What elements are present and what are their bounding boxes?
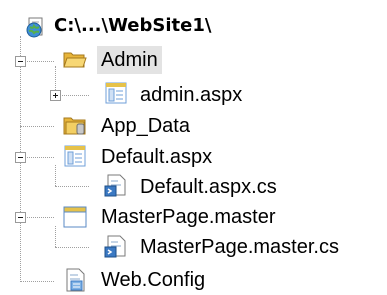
globe-project-icon [26,17,43,38]
tree-line [55,247,89,248]
node-label-default-aspx-cs[interactable]: Default.aspx.cs [136,173,281,201]
tree-line [20,126,54,127]
aspx-page-icon [64,145,86,167]
cs-code-file-icon [104,235,126,258]
node-label-admin-aspx[interactable]: admin.aspx [136,81,246,109]
open-folder-icon [63,52,87,68]
aspx-page-icon [105,82,127,104]
node-label-default-aspx[interactable]: Default.aspx [97,143,216,171]
collapse-toggle[interactable] [15,212,26,223]
config-file-icon [66,268,85,292]
node-label-web-config[interactable]: Web.Config [97,266,209,294]
tree-line [55,226,56,247]
master-page-icon [63,206,87,228]
node-label-app-data[interactable]: App_Data [97,112,194,140]
node-label-admin[interactable]: Admin [97,46,162,74]
tree-line [20,281,54,282]
collapse-toggle[interactable] [15,152,26,163]
root-node-label[interactable]: C:\...\WebSite1\ [50,12,215,40]
expand-toggle[interactable] [50,90,61,101]
tree-line [55,186,89,187]
node-label-masterpage-cs[interactable]: MasterPage.master.cs [136,233,343,261]
collapse-toggle[interactable] [15,56,26,67]
solution-explorer-tree: C:\...\WebSite1\ Admin admin.aspx App_Da… [0,0,387,295]
cs-code-file-icon [104,174,126,197]
node-label-masterpage[interactable]: MasterPage.master [97,203,280,231]
data-folder-icon [63,117,86,135]
tree-line [55,165,56,186]
